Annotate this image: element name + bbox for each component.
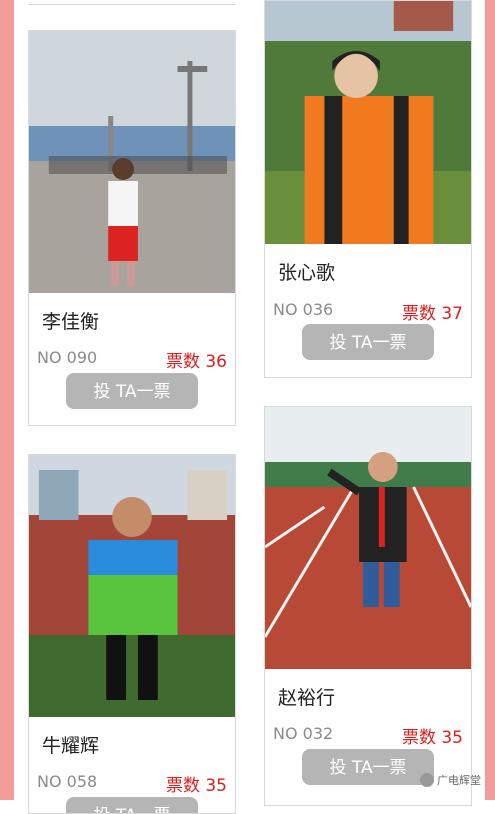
contestant-name: 赵裕行: [278, 687, 336, 709]
contestant-card-2: 张心歌 NO 036 票数 37 投 TA一票: [264, 0, 472, 378]
contestant-photo-2: [265, 1, 471, 244]
contestant-name: 牛耀辉: [42, 735, 100, 757]
contestant-number: NO 032: [273, 724, 334, 743]
vote-count: 票数 35: [165, 776, 227, 796]
contestant-card-1: 李佳衡 NO 090 票数 36 投 TA一票: [28, 30, 236, 426]
contestant-name: 李佳衡: [42, 311, 100, 333]
vote-button[interactable]: 投 TA一票: [66, 373, 198, 409]
contestant-photo-4: [265, 407, 471, 669]
vote-count: 票数 37: [401, 304, 463, 324]
vote-button[interactable]: 投 TA一票: [302, 749, 434, 785]
source-watermark: 广电辉堂: [420, 772, 481, 788]
contestant-number: NO 058: [37, 772, 98, 791]
vote-count: 票数 36: [165, 352, 227, 372]
contestant-number: NO 090: [37, 348, 98, 367]
previous-card-edge: [28, 0, 236, 5]
contestant-card-3: 牛耀辉 NO 058 票数 35 投 TA一票: [28, 454, 236, 814]
contestant-number: NO 036: [273, 300, 334, 319]
wechat-account-icon: [420, 773, 434, 787]
watermark-text: 广电辉堂: [437, 774, 481, 787]
vote-count: 票数 35: [401, 728, 463, 748]
left-pink-border: [0, 0, 14, 800]
vote-button[interactable]: 投 TA一票: [302, 324, 434, 360]
contestant-name: 张心歌: [278, 262, 336, 284]
contestant-photo-1: [29, 31, 235, 293]
right-pink-border: [485, 0, 495, 800]
contestant-photo-3: [29, 455, 235, 717]
contestant-card-4: 赵裕行 NO 032 票数 35 投 TA一票: [264, 406, 472, 806]
